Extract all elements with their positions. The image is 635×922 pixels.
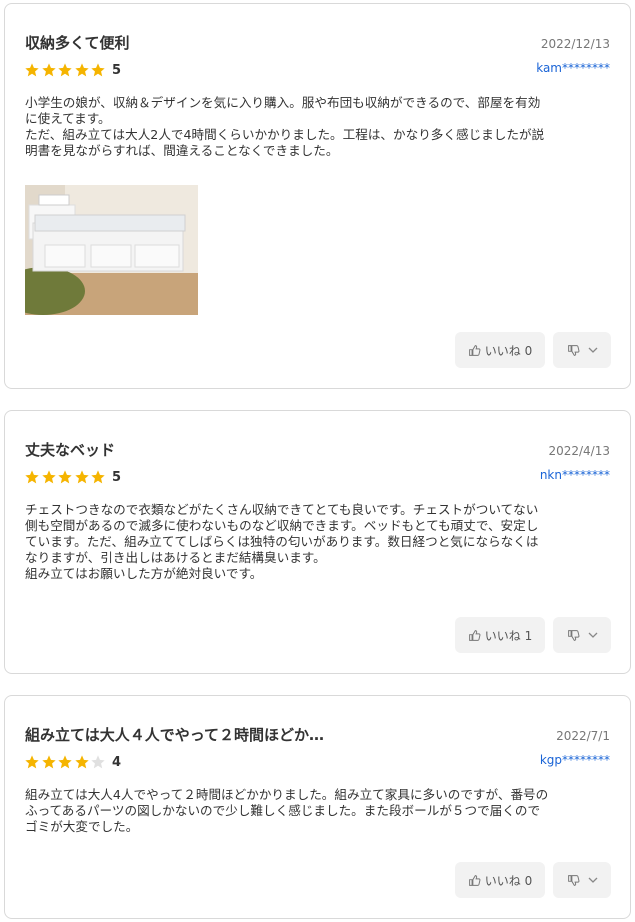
star-rating: 5 [24, 469, 121, 485]
star-icon [24, 62, 40, 78]
thumbs-down-icon [567, 344, 580, 357]
thumbs-up-icon [468, 344, 481, 357]
review-title: 組み立ては大人４人でやって２時間ほどか… [25, 726, 324, 744]
thumbs-up-icon [468, 874, 481, 887]
chevron-down-icon [588, 345, 598, 355]
review-title: 収納多くて便利 [25, 34, 130, 52]
dislike-menu-button[interactable] [553, 862, 611, 898]
like-button[interactable]: いいね 1 [455, 617, 545, 653]
review-body: チェストつきなので衣類などがたくさん収納できてとても良いです。チェストがついてな… [25, 502, 539, 581]
review-date: 2022/7/1 [556, 729, 610, 743]
star-icon [90, 469, 106, 485]
star-icon [41, 62, 57, 78]
review-card: 丈夫なベッド 2022/4/13 5 nkn******** チェストつきなので… [4, 410, 631, 674]
rating-score: 5 [111, 469, 122, 485]
review-card: 組み立ては大人４人でやって２時間ほどか… 2022/7/1 4 kgp*****… [4, 695, 631, 919]
star-icon [74, 469, 90, 485]
star-icon [74, 62, 90, 78]
star-icon [24, 754, 40, 770]
star-icon [57, 754, 73, 770]
star-icon [24, 469, 40, 485]
review-card: 収納多くて便利 2022/12/13 5 kam******** 小学生の娘が、… [4, 3, 631, 389]
review-body: 小学生の娘が、収納＆デザインを気に入り購入。服や布団も収納ができるので、部屋を有… [25, 95, 545, 158]
chevron-down-icon [588, 630, 598, 640]
star-rating: 5 [24, 62, 121, 78]
review-date: 2022/4/13 [548, 444, 610, 458]
chevron-down-icon [588, 875, 598, 885]
like-button[interactable]: いいね 0 [455, 862, 545, 898]
dislike-menu-button[interactable] [553, 332, 611, 368]
star-icon [41, 754, 57, 770]
star-icon [74, 754, 90, 770]
reviewer-name-link[interactable]: nkn******** [540, 468, 610, 482]
star-icon [41, 469, 57, 485]
star-icon [57, 469, 73, 485]
like-button[interactable]: いいね 0 [455, 332, 545, 368]
thumbs-down-icon [567, 874, 580, 887]
star-icon [57, 62, 73, 78]
thumbs-down-icon [567, 629, 580, 642]
dislike-menu-button[interactable] [553, 617, 611, 653]
rating-score: 4 [111, 754, 122, 770]
rating-score: 5 [111, 62, 122, 78]
star-rating: 4 [24, 754, 121, 770]
review-date: 2022/12/13 [540, 37, 610, 51]
like-count: いいね 0 [484, 873, 533, 888]
star-icon [90, 62, 106, 78]
reviewer-name-link[interactable]: kam******** [536, 61, 610, 75]
star-empty-icon [90, 754, 106, 770]
review-body: 組み立ては大人4人でやって２時間ほどかかりました。組み立て家具に多いのですが、番… [25, 787, 549, 834]
like-count: いいね 1 [484, 628, 533, 643]
thumbs-up-icon [468, 629, 481, 642]
review-title: 丈夫なベッド [25, 441, 116, 459]
like-count: いいね 0 [484, 343, 533, 358]
reviewer-name-link[interactable]: kgp******** [540, 753, 610, 767]
review-photo[interactable] [25, 185, 198, 315]
